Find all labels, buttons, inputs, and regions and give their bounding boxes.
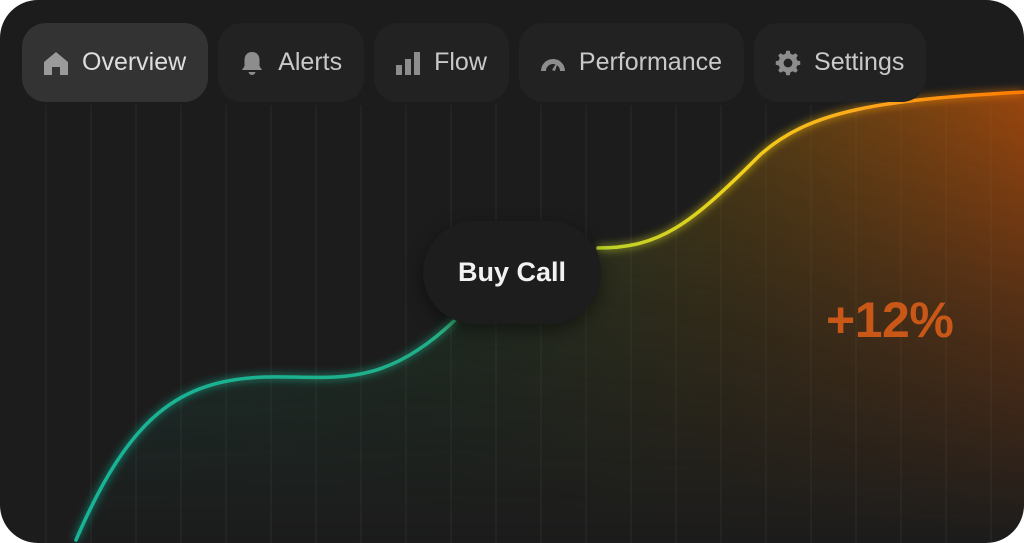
performance-card: Overview Alerts Flow Performance Setting…: [0, 0, 1024, 543]
tab-label: Flow: [434, 48, 487, 76]
tab-label: Performance: [578, 48, 723, 76]
tab-flow[interactable]: Flow: [374, 23, 509, 102]
tab-overview[interactable]: Overview: [22, 23, 209, 102]
tab-bar: Overview Alerts Flow Performance Setting…: [22, 23, 927, 102]
gauge-icon: [539, 49, 567, 77]
buy-call-button[interactable]: Buy Call: [423, 221, 601, 324]
change-percent: +12%: [826, 292, 954, 348]
gear-icon: [774, 49, 802, 77]
bar-chart-icon: [394, 49, 422, 77]
tab-label: Overview: [82, 48, 187, 76]
tab-alerts[interactable]: Alerts: [218, 23, 365, 102]
bell-icon: [238, 49, 266, 77]
tab-settings[interactable]: Settings: [754, 23, 927, 102]
home-icon: [42, 49, 70, 77]
tab-label: Settings: [814, 48, 905, 76]
tab-label: Alerts: [278, 48, 343, 76]
tab-performance[interactable]: Performance: [518, 23, 745, 102]
